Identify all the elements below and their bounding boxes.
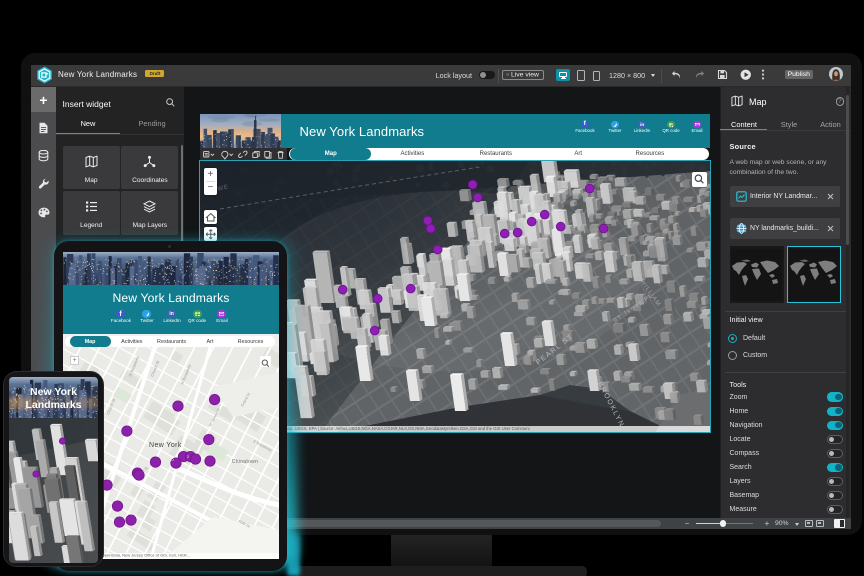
svg-text:New York: New York [149,442,182,449]
svg-text:2: 2 [187,455,189,459]
svg-text:Chinatown: Chinatown [232,459,258,465]
svg-text:O: O [171,458,174,462]
